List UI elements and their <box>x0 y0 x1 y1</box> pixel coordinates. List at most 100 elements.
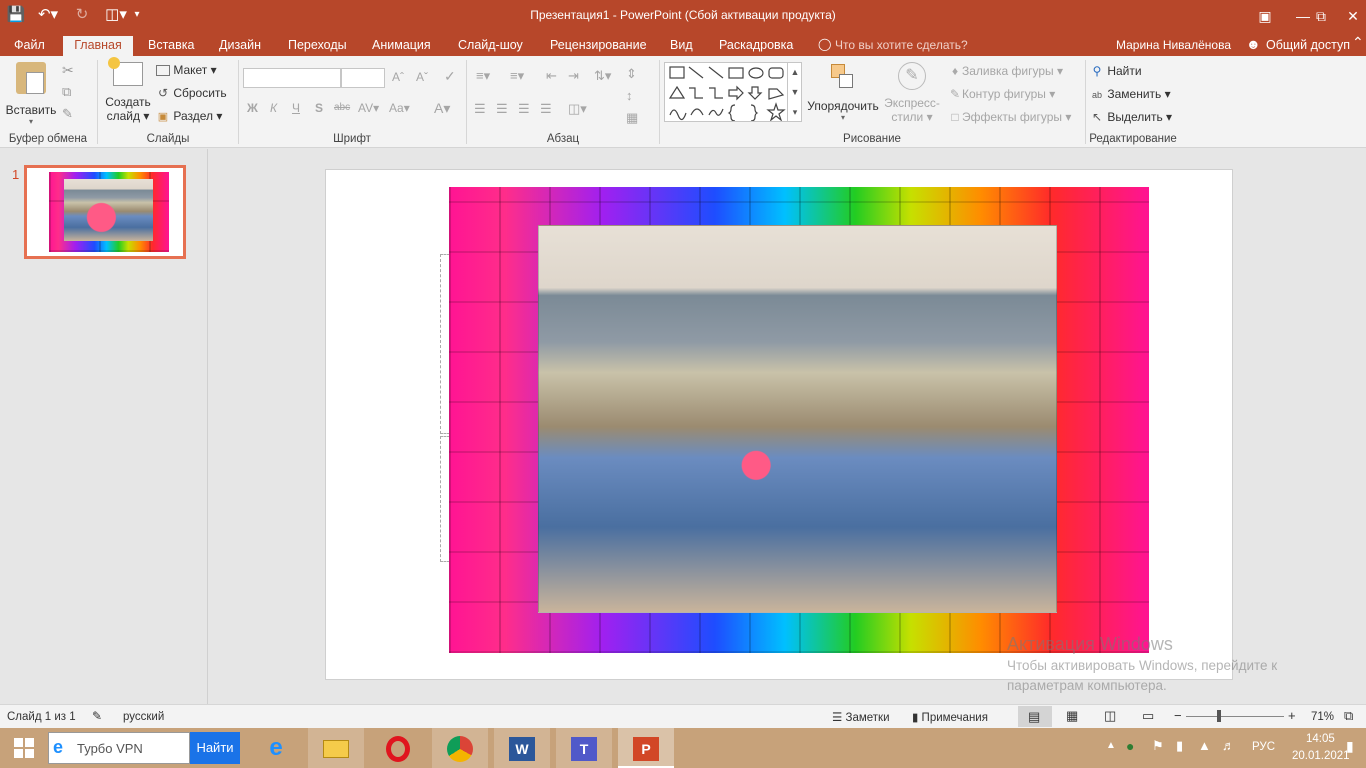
user-name[interactable]: Марина Нивалёнова <box>1116 38 1231 52</box>
copy-icon[interactable]: ⧉ <box>62 84 71 100</box>
input-language[interactable]: РУС <box>1252 741 1275 753</box>
align-text-icon[interactable]: ↕ <box>626 88 633 103</box>
select-button[interactable]: ↖ Выделить ▾ <box>1090 110 1172 124</box>
spell-check-icon[interactable]: ✎ <box>92 709 102 723</box>
underline-button[interactable]: Ч <box>292 101 300 115</box>
word-icon[interactable]: W <box>494 728 550 768</box>
replace-button[interactable]: ab Заменить ▾ <box>1090 87 1171 101</box>
activation-watermark-title: Активация Windows <box>1007 634 1173 654</box>
network-icon[interactable]: ▲ <box>1198 738 1211 753</box>
slide-thumbnail[interactable] <box>24 165 186 259</box>
children-photo[interactable] <box>538 225 1057 613</box>
shapes-gallery[interactable] <box>664 62 802 122</box>
search-go-button[interactable]: Найти <box>190 732 240 764</box>
slideshow-view-icon[interactable]: ▭ <box>1142 708 1154 724</box>
tab-view[interactable]: Вид <box>662 36 701 56</box>
zoom-slider[interactable] <box>1186 716 1284 717</box>
columns-icon[interactable]: ◫▾ <box>568 101 587 117</box>
tab-storyboarding[interactable]: Раскадровка <box>711 36 801 56</box>
bullets-icon[interactable]: ≡▾ <box>476 68 490 84</box>
comments-button[interactable]: ▮ Примечания <box>912 710 988 724</box>
cursor-icon: ↖ <box>1091 110 1103 124</box>
layout-button[interactable]: Макет ▾ <box>156 63 217 77</box>
tab-review[interactable]: Рецензирование <box>542 36 655 56</box>
powerpoint-icon[interactable]: P <box>618 728 674 768</box>
notes-button[interactable]: ☰ Заметки <box>832 710 890 724</box>
italic-button[interactable]: К <box>270 101 277 115</box>
tray-chevron-icon[interactable]: ▲ <box>1106 740 1116 751</box>
zoom-in-icon[interactable]: + <box>1288 708 1296 723</box>
justify-icon[interactable]: ☰ <box>540 101 552 117</box>
align-right-icon[interactable]: ☰ <box>518 101 530 117</box>
char-spacing-button[interactable]: AV▾ <box>358 101 379 115</box>
battery-icon[interactable]: ▮ <box>1176 738 1183 754</box>
strikethrough-button[interactable]: abc <box>334 102 350 113</box>
tab-slideshow[interactable]: Слайд-шоу <box>450 36 531 56</box>
clear-format-icon[interactable]: ✓ <box>444 68 456 85</box>
new-slide-button[interactable]: Создать слайд ▾ <box>104 57 152 130</box>
section-button[interactable]: ▣ Раздел ▾ <box>156 109 223 123</box>
search-box[interactable]: e Турбо VPN <box>48 732 190 764</box>
text-direction-icon[interactable]: ⇕ <box>626 66 637 82</box>
font-color-button[interactable]: A▾ <box>434 100 450 117</box>
font-name-combo[interactable] <box>243 68 341 88</box>
align-center-icon[interactable]: ☰ <box>496 101 508 117</box>
teams-icon[interactable]: T <box>556 728 612 768</box>
clock-date[interactable]: 20.01.2021 <box>1292 750 1350 762</box>
find-button[interactable]: ⚲ Найти <box>1090 64 1142 78</box>
tab-design[interactable]: Дизайн <box>211 36 269 56</box>
clock-time[interactable]: 14:05 <box>1306 733 1335 745</box>
slide-counter[interactable]: Слайд 1 из 1 <box>7 711 76 723</box>
arrange-button[interactable]: Упорядочить ▾ <box>806 60 880 130</box>
slide-sorter-icon[interactable]: ▦ <box>1066 708 1078 724</box>
normal-view-button[interactable]: ▤ <box>1018 706 1052 727</box>
shape-effects-button[interactable]: □ Эффекты фигуры ▾ <box>948 110 1071 124</box>
notifications-icon[interactable]: ▮ <box>1346 738 1354 755</box>
slide[interactable] <box>325 169 1233 680</box>
quick-styles-button[interactable]: ✎ Экспресс- стили ▾ <box>880 60 944 130</box>
change-case-button[interactable]: Aa▾ <box>389 101 410 115</box>
file-explorer-icon[interactable] <box>308 728 364 768</box>
tab-transitions[interactable]: Переходы <box>280 36 355 56</box>
tab-insert[interactable]: Вставка <box>140 36 202 56</box>
grow-font-icon[interactable]: Aˆ <box>392 70 404 84</box>
tab-animations[interactable]: Анимация <box>364 36 439 56</box>
internet-explorer-icon[interactable]: e <box>248 728 304 768</box>
zoom-slider-thumb[interactable] <box>1217 710 1221 722</box>
shadow-button[interactable]: S <box>315 101 323 115</box>
fit-to-window-icon[interactable]: ⧉ <box>1344 708 1353 724</box>
align-left-icon[interactable]: ☰ <box>474 101 486 117</box>
tab-home[interactable]: Главная <box>63 36 133 56</box>
opera-icon[interactable] <box>370 728 426 768</box>
flag-icon[interactable]: ⚑ <box>1152 738 1164 754</box>
language-indicator[interactable]: русский <box>123 711 164 723</box>
reading-view-icon[interactable]: ◫ <box>1104 708 1116 724</box>
line-spacing-icon[interactable]: ⇅▾ <box>594 68 611 84</box>
zoom-out-icon[interactable]: − <box>1174 708 1182 723</box>
close-icon[interactable]: ✕ <box>1330 0 1366 32</box>
volume-icon[interactable]: ♬ <box>1222 738 1235 753</box>
tell-me-input[interactable]: Что вы хотите сделать? <box>835 38 968 52</box>
down-arrow-shape-icon <box>747 86 763 100</box>
increase-indent-icon[interactable]: ⇥ <box>568 68 579 84</box>
share-button[interactable]: Общий доступ <box>1266 38 1350 52</box>
zoom-level[interactable]: 71% <box>1311 711 1334 723</box>
reset-button[interactable]: ↺ Сбросить <box>156 86 227 100</box>
gallery-scroll[interactable]: ▲ ▼ ▾ <box>787 62 802 122</box>
chevron-up-icon[interactable]: ⌃ <box>1352 34 1364 51</box>
tab-file[interactable]: Файл <box>6 36 53 56</box>
cut-icon[interactable]: ✂ <box>62 62 74 79</box>
format-painter-icon[interactable]: ✎ <box>62 106 73 122</box>
font-size-combo[interactable] <box>341 68 385 88</box>
decrease-indent-icon[interactable]: ⇤ <box>546 68 557 84</box>
paste-button[interactable]: Вставить ▾ <box>4 60 58 126</box>
vpn-tray-icon[interactable]: ● <box>1126 738 1134 754</box>
bold-button[interactable]: Ж <box>247 101 258 115</box>
shape-outline-button[interactable]: ✎ Контур фигуры ▾ <box>948 87 1055 101</box>
chrome-icon[interactable] <box>432 728 488 768</box>
windows-start-icon[interactable] <box>10 736 38 760</box>
shrink-font-icon[interactable]: Aˇ <box>416 70 428 84</box>
numbering-icon[interactable]: ≡▾ <box>510 68 524 84</box>
shape-fill-button[interactable]: ♦ Заливка фигуры ▾ <box>948 64 1063 78</box>
smartart-icon[interactable]: ▦ <box>626 110 638 126</box>
